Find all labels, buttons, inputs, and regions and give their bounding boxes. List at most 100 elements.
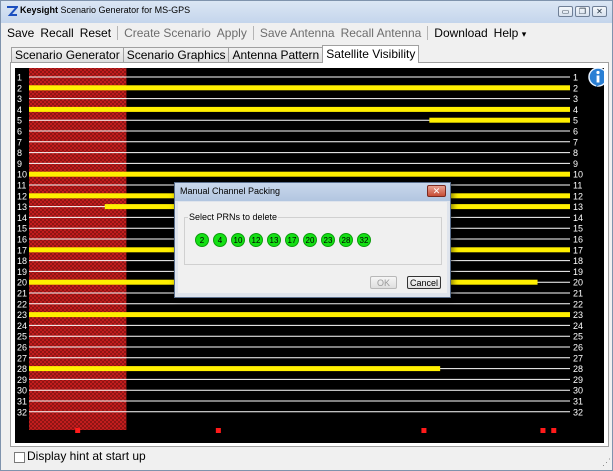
prn-row-label-right: 28 bbox=[573, 364, 583, 374]
dialog-body: Select PRNs to delete 2 4 10 12 13 17 20 23 28 32… bbox=[178, 202, 447, 293]
event-marker bbox=[540, 428, 546, 433]
prn-row-label-right: 9 bbox=[573, 159, 578, 169]
prn-row-label-left: 22 bbox=[17, 299, 27, 309]
dialog-title: Manual Channel Packing bbox=[180, 186, 281, 196]
event-marker bbox=[215, 428, 221, 433]
prn-row-label-left: 20 bbox=[17, 278, 27, 288]
prn-row-label-left: 7 bbox=[17, 137, 22, 147]
prn-row-label-right: 27 bbox=[573, 353, 583, 363]
visibility-bar-prn-10 bbox=[29, 171, 570, 177]
prn-2-button[interactable]: 2 bbox=[195, 233, 209, 247]
prn-row-label-left: 23 bbox=[17, 310, 27, 320]
prn-row-label-right: 29 bbox=[573, 375, 583, 385]
visibility-bar-prn-5 bbox=[429, 117, 570, 123]
menu-separator bbox=[117, 26, 119, 40]
prn-row-label-right: 25 bbox=[573, 332, 583, 342]
cancel-button[interactable]: Cancel bbox=[407, 276, 441, 289]
prn-row-label-right: 19 bbox=[573, 267, 583, 277]
prn-row-label-left: 12 bbox=[17, 191, 27, 201]
manual-channel-packing-dialog: Manual Channel Packing ✕ Select PRNs to … bbox=[174, 182, 451, 298]
prn-row-label-right: 24 bbox=[573, 321, 583, 331]
prn-10-button[interactable]: 10 bbox=[231, 233, 245, 247]
prn-row-label-left: 10 bbox=[17, 170, 27, 180]
prn-row-label-left: 18 bbox=[17, 256, 27, 266]
prn-row-label-right: 21 bbox=[573, 289, 583, 299]
prn-row-label-left: 28 bbox=[17, 364, 27, 374]
tab-scenario-graphics[interactable]: Scenario Graphics bbox=[122, 47, 230, 63]
prn-button-list: 2 4 10 12 13 17 20 23 28 32 bbox=[195, 233, 375, 247]
prn-row-label-left: 25 bbox=[17, 332, 27, 342]
prn-row-label-left: 32 bbox=[17, 407, 27, 417]
event-marker bbox=[75, 428, 81, 433]
prn-row-label-left: 27 bbox=[17, 353, 27, 363]
prn-row-label-right: 17 bbox=[573, 245, 583, 255]
prn-13-button[interactable]: 13 bbox=[267, 233, 281, 247]
hint-checkbox[interactable] bbox=[14, 452, 25, 463]
prn-row-label-right: 5 bbox=[573, 116, 578, 126]
menu-bar: Save Recall Reset Create Scenario Apply … bbox=[1, 23, 612, 43]
tab-satellite-visibility[interactable]: Satellite Visibility bbox=[322, 45, 420, 63]
info-icon[interactable] bbox=[587, 68, 604, 89]
resize-grip-icon[interactable]: ⋰ bbox=[602, 457, 611, 468]
visibility-bar-prn-28 bbox=[29, 366, 441, 372]
prn-row-label-right: 2 bbox=[573, 83, 578, 93]
prn-row-label-left: 16 bbox=[17, 235, 27, 245]
prn-row-label-right: 12 bbox=[573, 191, 583, 201]
prn-row-label-left: 14 bbox=[17, 213, 27, 223]
help-menu[interactable]: Help ▾ bbox=[491, 26, 530, 40]
prn-12-button[interactable]: 12 bbox=[249, 233, 263, 247]
prn-row-label-right: 11 bbox=[573, 181, 582, 191]
save-button[interactable]: Save bbox=[4, 26, 37, 40]
prn-row-label-left: 1 bbox=[17, 73, 22, 83]
ok-button[interactable]: OK bbox=[370, 276, 397, 289]
prn-row-label-right: 14 bbox=[573, 213, 583, 223]
prn-row-label-right: 1 bbox=[573, 73, 578, 83]
prn-row-label-left: 17 bbox=[17, 245, 27, 255]
download-button[interactable]: Download bbox=[431, 26, 490, 40]
prn-row-label-right: 16 bbox=[573, 235, 583, 245]
prn-row-label-left: 6 bbox=[17, 127, 22, 137]
recall-antenna-button[interactable]: Recall Antenna bbox=[338, 26, 425, 40]
recall-button[interactable]: Recall bbox=[37, 26, 76, 40]
footer-bar: Display hint at start up ⋰ bbox=[1, 447, 612, 469]
prn-17-button[interactable]: 17 bbox=[285, 233, 299, 247]
chevron-down-icon: ▾ bbox=[521, 29, 527, 39]
prn-row-label-left: 13 bbox=[17, 202, 27, 212]
prn-row-label-left: 15 bbox=[17, 224, 27, 234]
minimize-icon[interactable]: ▭ bbox=[558, 6, 573, 17]
reset-button[interactable]: Reset bbox=[77, 26, 114, 40]
prn-row-label-right: 15 bbox=[573, 224, 583, 234]
save-antenna-button[interactable]: Save Antenna bbox=[257, 26, 338, 40]
prn-row-label-right: 3 bbox=[573, 94, 578, 104]
prn-row-label-left: 3 bbox=[17, 94, 22, 104]
event-marker bbox=[421, 428, 427, 433]
keysight-logo-icon bbox=[7, 6, 18, 16]
prn-row-label-left: 21 bbox=[17, 289, 27, 299]
prn-23-button[interactable]: 23 bbox=[321, 233, 335, 247]
prn-row-label-left: 30 bbox=[17, 386, 27, 396]
prn-28-button[interactable]: 28 bbox=[339, 233, 353, 247]
create-scenario-button[interactable]: Create Scenario bbox=[121, 26, 214, 40]
window-controls: ▭ ❐ ✕ bbox=[558, 6, 607, 17]
tab-scenario-generator[interactable]: Scenario Generator bbox=[11, 47, 124, 63]
prn-row-label-left: 19 bbox=[17, 267, 27, 277]
prn-row-label-left: 2 bbox=[17, 83, 22, 93]
dialog-title-bar: Manual Channel Packing ✕ bbox=[175, 183, 450, 201]
tab-antenna-pattern[interactable]: Antenna Pattern bbox=[228, 47, 324, 63]
prn-row-label-right: 26 bbox=[573, 343, 583, 353]
prn-32-button[interactable]: 32 bbox=[357, 233, 371, 247]
prn-4-button[interactable]: 4 bbox=[213, 233, 227, 247]
prn-row-label-right: 30 bbox=[573, 386, 583, 396]
prn-20-button[interactable]: 20 bbox=[303, 233, 317, 247]
event-marker bbox=[551, 428, 557, 433]
close-icon[interactable]: ✕ bbox=[592, 6, 607, 17]
restore-icon[interactable]: ❐ bbox=[575, 6, 590, 17]
prn-row-label-left: 5 bbox=[17, 116, 22, 126]
dialog-close-icon[interactable]: ✕ bbox=[427, 185, 446, 197]
prn-row-label-right: 22 bbox=[573, 299, 583, 309]
prn-row-label-left: 31 bbox=[17, 397, 27, 407]
prn-row-label-right: 8 bbox=[573, 148, 578, 158]
apply-button[interactable]: Apply bbox=[214, 26, 250, 40]
hint-checkbox-label: Display hint at start up bbox=[27, 449, 146, 463]
prn-row-label-right: 20 bbox=[573, 278, 583, 288]
